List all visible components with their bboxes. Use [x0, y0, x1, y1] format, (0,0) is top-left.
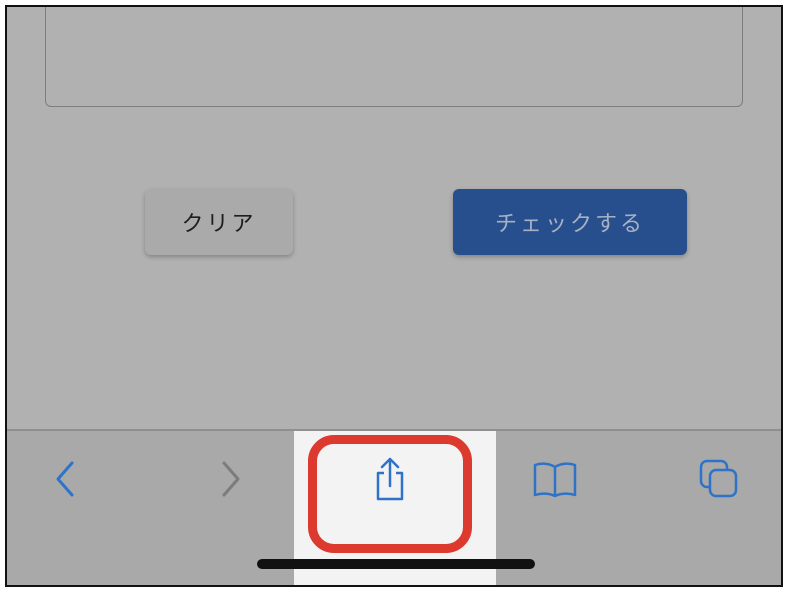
clear-button[interactable]: クリア — [145, 189, 293, 255]
tabs-button[interactable] — [695, 455, 743, 503]
browser-viewport: クリア チェックする — [5, 5, 783, 587]
share-highlight-box — [308, 435, 472, 553]
forward-icon — [222, 461, 240, 497]
bookmarks-button[interactable] — [531, 455, 579, 503]
forward-button[interactable] — [207, 455, 255, 503]
back-button[interactable] — [41, 455, 89, 503]
tabs-icon — [699, 459, 738, 498]
back-icon — [56, 461, 74, 497]
text-area[interactable] — [45, 7, 743, 107]
check-button[interactable]: チェックする — [453, 189, 687, 255]
home-indicator — [257, 559, 535, 569]
bookmarks-icon — [533, 462, 577, 498]
